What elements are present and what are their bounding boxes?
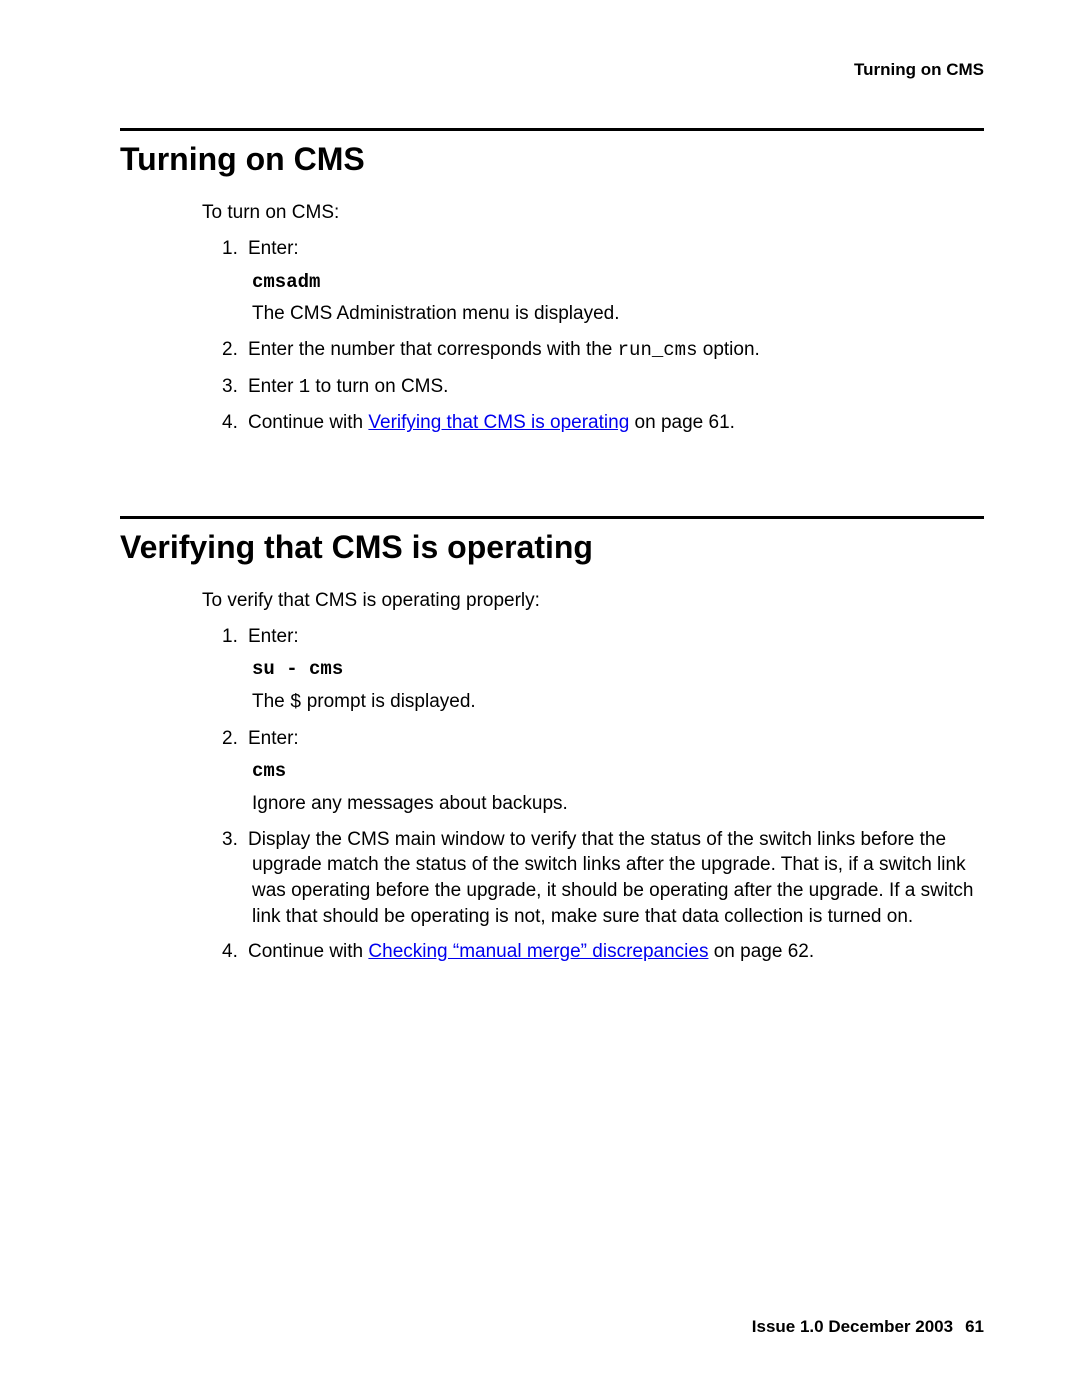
steps-list: 1.Enter: cmsadm The CMS Administration m… bbox=[202, 236, 984, 436]
running-header: Turning on CMS bbox=[120, 60, 984, 80]
result-before: The bbox=[252, 691, 290, 712]
page: Turning on CMS Turning on CMS To turn on… bbox=[0, 0, 1080, 1397]
result-text: Ignore any messages about backups. bbox=[252, 791, 984, 817]
steps-list: 1.Enter: su - cms The $ prompt is displa… bbox=[202, 624, 984, 965]
step-text-after: option. bbox=[697, 339, 759, 360]
command-text: cms bbox=[252, 759, 984, 785]
step-item: 3.Enter 1 to turn on CMS. bbox=[252, 374, 984, 401]
step-number: 2. bbox=[222, 337, 248, 363]
section-gap bbox=[120, 446, 984, 516]
step-text-after: on page 61. bbox=[629, 412, 735, 433]
step-number: 1. bbox=[222, 624, 248, 650]
step-item: 2.Enter the number that corresponds with… bbox=[252, 337, 984, 364]
result-after: prompt is displayed. bbox=[301, 691, 475, 712]
step-item: 4.Continue with Verifying that CMS is op… bbox=[252, 410, 984, 436]
step-text-after: to turn on CMS. bbox=[310, 376, 448, 397]
step-item: 4.Continue with Checking “manual merge” … bbox=[252, 939, 984, 965]
footer-issue: Issue 1.0 December 2003 bbox=[752, 1317, 953, 1336]
step-item: 1.Enter: cmsadm The CMS Administration m… bbox=[252, 236, 984, 327]
section-rule bbox=[120, 128, 984, 131]
step-text-before: Enter the number that corresponds with t… bbox=[248, 339, 618, 360]
section-heading-turning-on-cms: Turning on CMS bbox=[120, 141, 984, 178]
step-number: 3. bbox=[222, 374, 248, 400]
footer-page-number: 61 bbox=[965, 1317, 984, 1336]
section-rule bbox=[120, 516, 984, 519]
step-item: 3.Display the CMS main window to verify … bbox=[252, 827, 984, 930]
step-text: Display the CMS main window to verify th… bbox=[248, 829, 973, 927]
section-heading-verifying-cms: Verifying that CMS is operating bbox=[120, 529, 984, 566]
step-number: 3. bbox=[222, 827, 248, 853]
step-text: Enter: bbox=[248, 238, 299, 259]
step-text: Enter: bbox=[248, 728, 299, 749]
result-text: The CMS Administration menu is displayed… bbox=[252, 301, 984, 327]
cross-reference-link[interactable]: Verifying that CMS is operating bbox=[368, 412, 629, 433]
intro-text: To verify that CMS is operating properly… bbox=[202, 590, 984, 612]
inline-code: run_cms bbox=[618, 339, 698, 361]
command-text: cmsadm bbox=[252, 270, 984, 296]
intro-text: To turn on CMS: bbox=[202, 202, 984, 224]
step-text-before: Continue with bbox=[248, 941, 368, 962]
step-text-after: on page 62. bbox=[708, 941, 814, 962]
step-number: 1. bbox=[222, 236, 248, 262]
command-text: su - cms bbox=[252, 657, 984, 683]
step-number: 4. bbox=[222, 410, 248, 436]
inline-code: $ bbox=[290, 691, 301, 713]
step-item: 1.Enter: su - cms The $ prompt is displa… bbox=[252, 624, 984, 716]
step-number: 4. bbox=[222, 939, 248, 965]
step-item: 2.Enter: cms Ignore any messages about b… bbox=[252, 726, 984, 817]
inline-code: 1 bbox=[299, 376, 310, 398]
step-text: Enter: bbox=[248, 626, 299, 647]
step-number: 2. bbox=[222, 726, 248, 752]
page-footer: Issue 1.0 December 2003 61 bbox=[752, 1317, 984, 1337]
step-text-before: Enter bbox=[248, 376, 299, 397]
step-text-before: Continue with bbox=[248, 412, 368, 433]
cross-reference-link[interactable]: Checking “manual merge” discrepancies bbox=[368, 941, 708, 962]
result-text: The $ prompt is displayed. bbox=[252, 689, 984, 716]
